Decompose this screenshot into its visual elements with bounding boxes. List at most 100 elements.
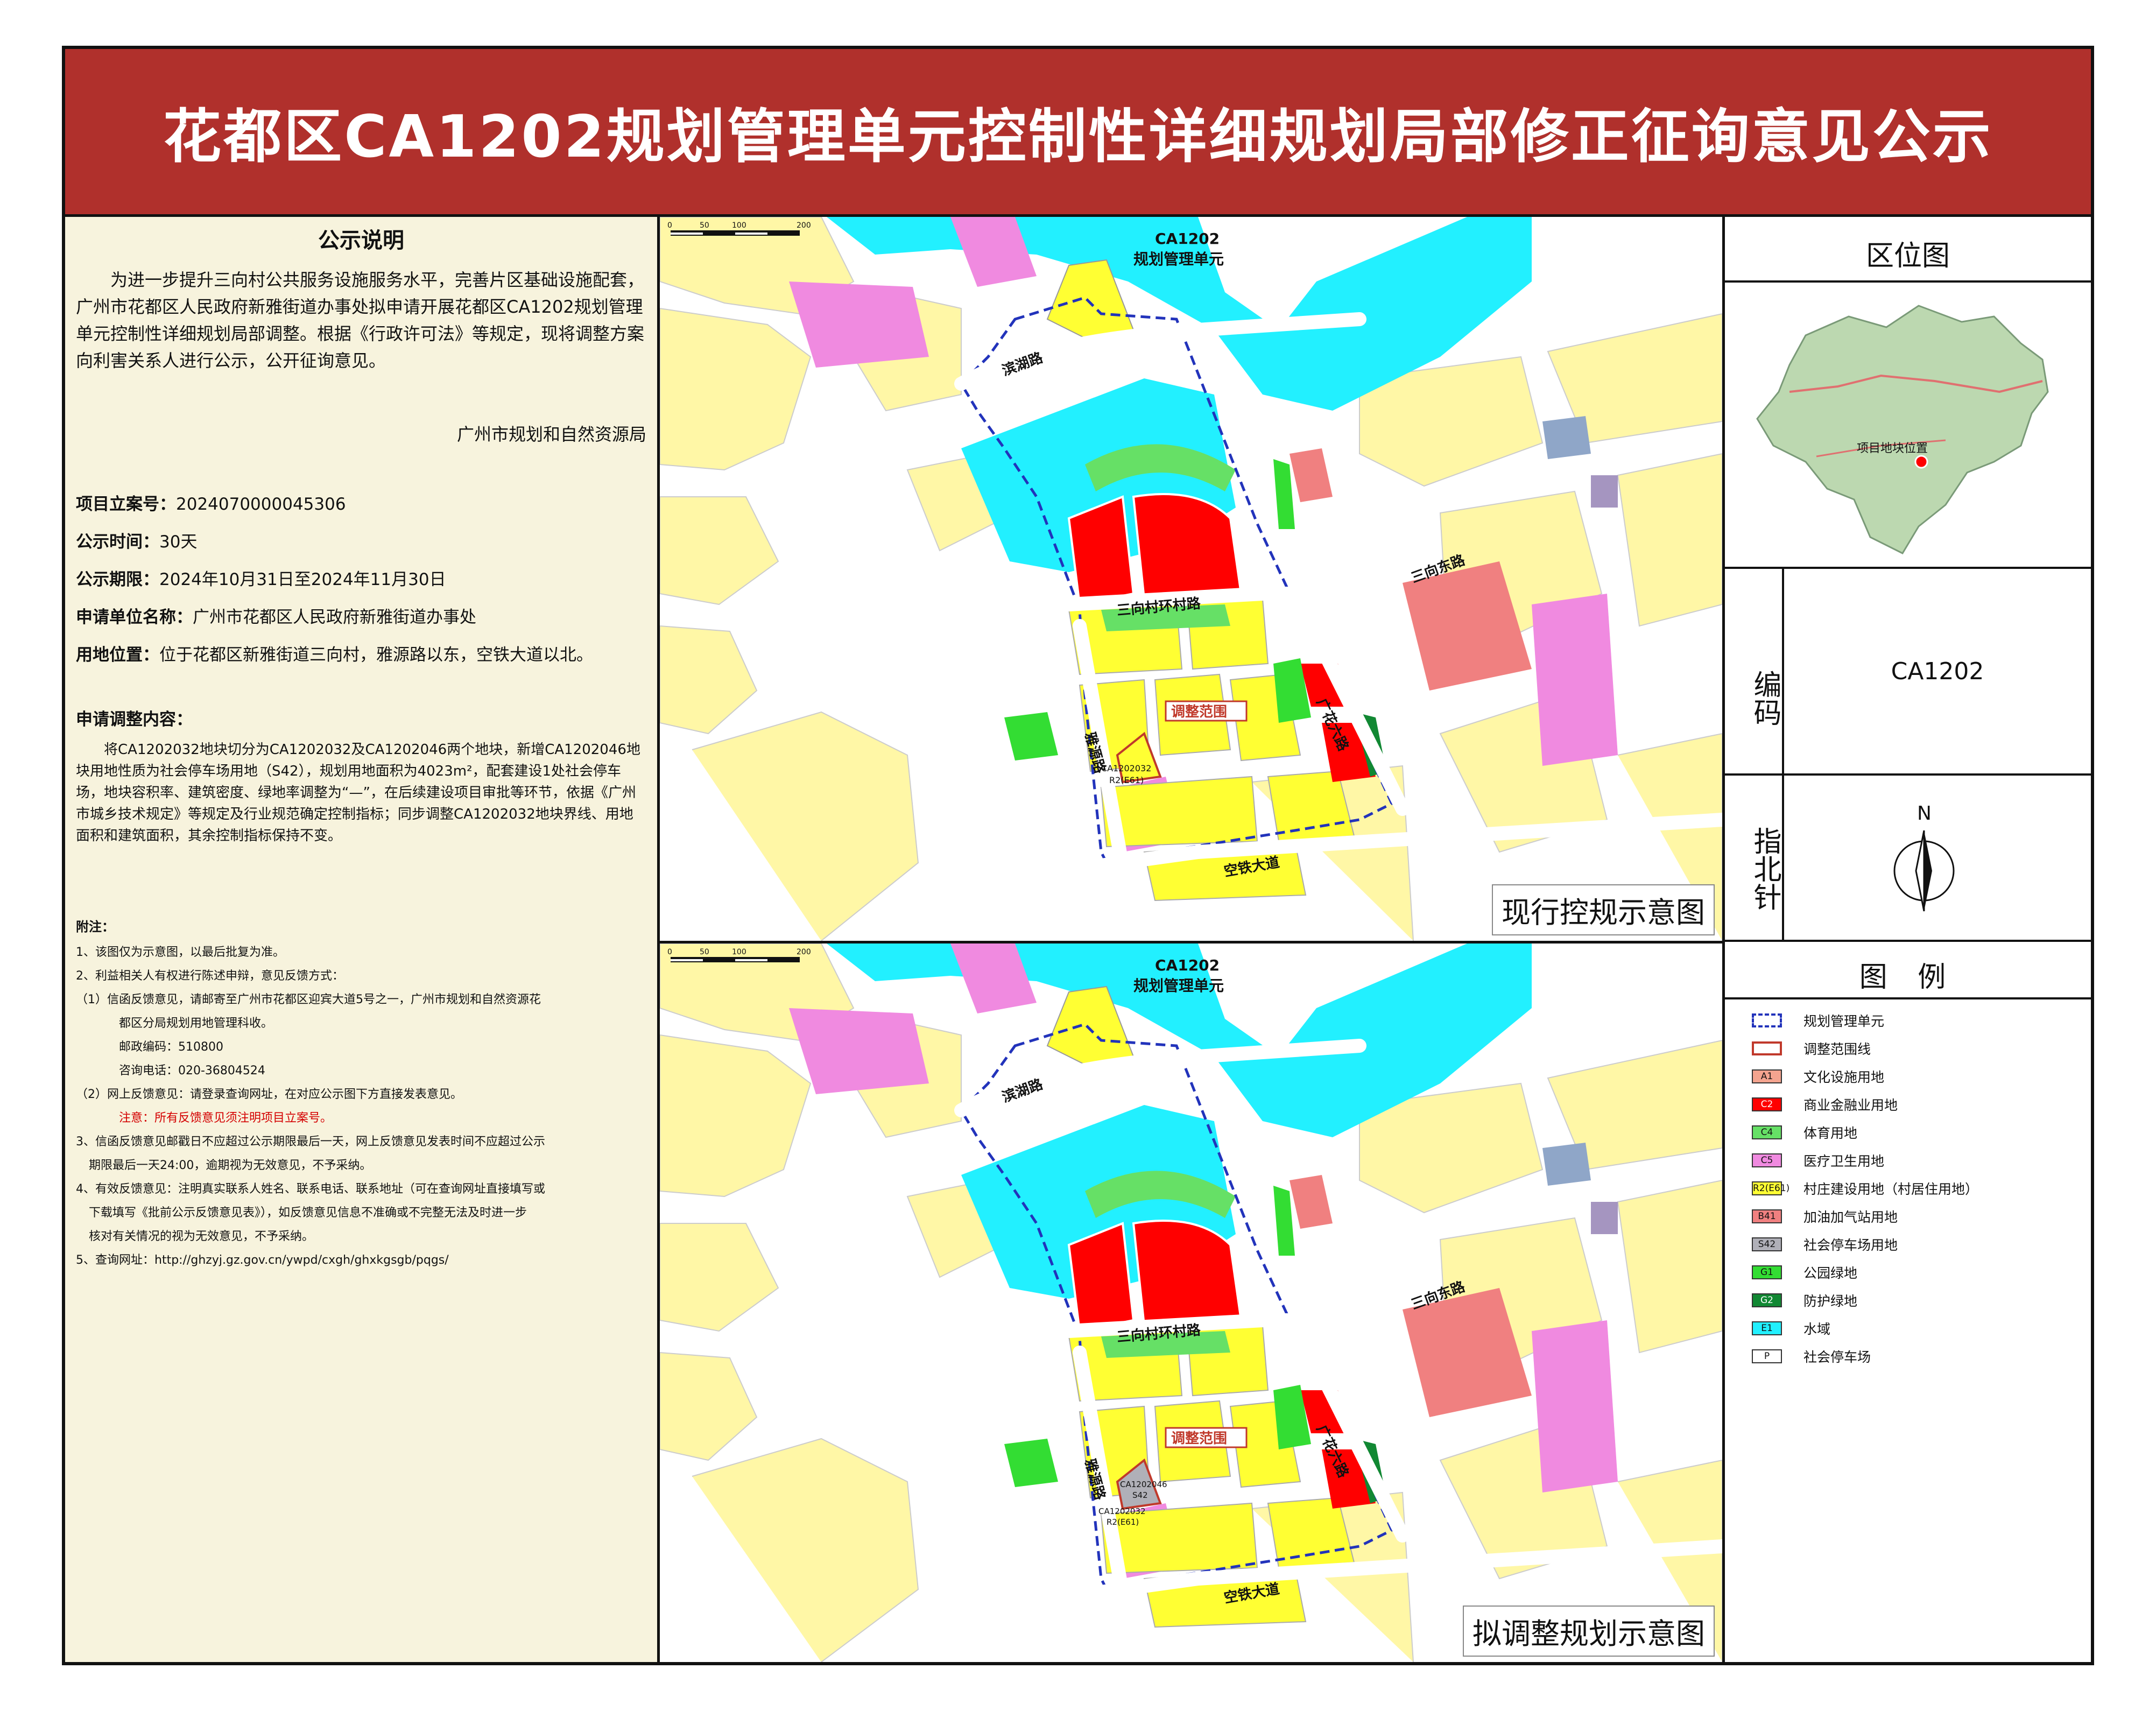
legend-label: 规划管理单元 [1803,1013,1885,1029]
current-plan-map-svg: 0 50 100 200CA1202规划管理单元滨湖路三向村环村路三向东路广花六路雅源… [660,217,1722,941]
parcel-code-label: CA1202046 [1120,1480,1167,1489]
period-label: 公示时间： [76,532,159,552]
adjust-label: 调整范围 [1171,703,1227,720]
parcel-code-label: CA1202032 [1101,763,1151,773]
medical-parcel [1532,594,1618,766]
legend-item: C2 商业金融业用地 [1752,1095,1898,1114]
legend-item: 调整范围线 [1752,1039,1871,1058]
note-item: 注意：所有反馈意见须注明项目立案号。 [119,1111,333,1125]
note-item: 期限最后一天24:00，逾期视为无效意见，不予采纳。 [89,1159,372,1172]
parcel-code-label: CA1202032 [1098,1506,1146,1516]
legend-item: 规划管理单元 [1752,1011,1884,1030]
legend-label: 公园绿地 [1803,1265,1858,1281]
scale-tick: 200 [797,948,811,956]
legend-item: P 社会停车场 [1752,1347,1871,1366]
period-value: 30天 [159,532,198,552]
scale-bar-segment [671,959,703,961]
divider [1725,997,2091,999]
scale-tick: 50 [700,948,709,956]
north-letter: N [1917,802,1932,825]
parking-icon: P [1752,1349,1782,1363]
term-value: 2024年10月31日至2024年11月30日 [159,570,446,589]
legend-item: B41 加油加气站用地 [1752,1207,1898,1226]
parcel-type-label: R2(E61) [1107,1517,1139,1527]
note-item: 2、利益相关人有权进行陈述申辩，意见反馈方式： [76,969,344,983]
legend-item: S42 社会停车场用地 [1752,1235,1898,1254]
unit-label: 规划管理单元 [1133,250,1224,268]
legend-label: 防护绿地 [1803,1293,1858,1309]
scale-bar-segment [735,233,767,235]
project-no-value: 2024070000045306 [176,495,346,514]
scale-bar-segment [735,959,767,961]
scale-tick: 0 [667,948,672,956]
legend-label: 社会停车场 [1803,1349,1871,1365]
title-bar: 花都区CA1202规划管理单元控制性详细规划局部修正征询意见公示 [65,49,2091,217]
legend-label: 社会停车场用地 [1803,1237,1898,1253]
building-block [1542,416,1591,459]
legend-swatch: B41 [1752,1209,1782,1223]
scale-tick: 200 [797,221,811,230]
adjust-outline-icon [1752,1041,1782,1055]
note-item: 1、该图仅为示意图，以最后批复为准。 [76,946,285,959]
note-item: 5、查询网址：http://ghzyj.gz.gov.cn/ywpd/cxgh/… [76,1254,449,1267]
parcel-type-label: R2(E61) [1109,775,1144,785]
legend-item: R2(E61) 村庄建设用地（村居住用地） [1752,1179,1978,1198]
unit-label: 规划管理单元 [1133,977,1224,995]
period-row: 公示时间：30天 [76,529,646,555]
legend-item: G1 公园绿地 [1752,1263,1857,1282]
legend-swatch: S42 [1752,1237,1782,1251]
legend-swatch: G1 [1752,1265,1782,1279]
legend-item: A1 文化设施用地 [1752,1067,1884,1086]
project-location-icon [1914,455,1928,469]
notice-panel: 公示说明 为进一步提升三向村公共服务设施服务水平，完善片区基础设施配套，广州市花… [65,217,660,1662]
legend-item: C4 体育用地 [1752,1123,1857,1142]
note-item: 3、信函反馈意见邮戳日不应超过公示期限最后一天，网上反馈意见发表时间不应超过公示 [76,1135,546,1149]
content-label: 申请调整内容： [76,710,193,729]
page-title: 花都区CA1202规划管理单元控制性详细规划局部修正征询意见公示 [163,103,1993,171]
building-block [1542,1143,1591,1186]
legend-label: 文化设施用地 [1803,1069,1885,1085]
note-item: 4、有效反馈意见：注明真实联系人姓名、联系电话、联系地址（可在查询网址直接填写或 [76,1182,546,1196]
current-plan-map[interactable]: 0 50 100 200 CA1202 规划管理单元 滨湖路 三向村环村路 三向东路 广花六路 雅源… [660,217,1722,941]
medical-parcel [1532,1320,1618,1492]
code-value: CA1202 [1891,657,1984,685]
note-item: （1）信函反馈意见，请邮寄至广州市花都区迎宾大道5号之一，广州市规划和自然资源花 [76,993,541,1006]
legend-label: 体育用地 [1803,1125,1858,1141]
applicant-label: 申请单位名称： [76,608,193,627]
legend-item: C5 医疗卫生用地 [1752,1151,1884,1170]
notice-heading: 公示说明 [318,228,404,253]
project-no-label: 项目立案号： [76,495,176,514]
unit-label: CA1202 [1155,956,1220,974]
unit-label: CA1202 [1155,230,1220,248]
note-item: （2）网上反馈意见：请登录查询网址，在对应公示图下方直接发表意见。 [76,1088,462,1101]
term-row: 公示期限：2024年10月31日至2024年11月30日 [76,567,646,593]
location-label: 用地位置： [76,645,159,665]
note-item: 核对有关情况的视为无效意见，不予采纳。 [89,1230,314,1243]
location-map: 项目地块位置 [1741,284,2075,564]
building-block [1591,1202,1618,1234]
location-map-heading: 区位图 [1865,240,1950,272]
legend-swatch: G2 [1752,1293,1782,1307]
legend-swatch: C4 [1752,1125,1782,1139]
note-item: 都区分局规划用地管理科收。 [119,1017,273,1030]
legend-label: 医疗卫生用地 [1803,1153,1885,1169]
scale-tick: 100 [732,948,746,956]
parcel-type-label: S42 [1132,1490,1148,1500]
divider [1725,280,2091,283]
proposed-plan-map[interactable]: 0 50 100 200 CA1202 规划管理单元 滨湖路 三向村环村路 三向东路 广花六路 雅源… [660,943,1722,1662]
code-label: 编码 [1725,569,1784,773]
scale-tick: 100 [732,221,746,230]
proposed-plan-map-svg: 0 50 100 200CA1202规划管理单元滨湖路三向村环村路三向东路广花六路雅源… [660,943,1722,1662]
adjust-label: 调整范围 [1171,1430,1227,1447]
content-text: 将CA1202032地块切分为CA1202032及CA1202046两个地块，新… [76,742,640,844]
current-plan-caption: 现行控规示意图 [1492,884,1715,935]
applicant-row: 申请单位名称：广州市花都区人民政府新雅街道办事处 [76,604,646,630]
divider [1725,940,2091,942]
scale-tick: 50 [700,221,709,230]
legend-label: 村庄建设用地（村居住用地） [1803,1181,1979,1197]
village-parcel [1100,776,1258,848]
building-block [1591,475,1618,508]
legend-label: 加油加气站用地 [1803,1209,1898,1225]
legend-swatch: R2(E61) [1752,1181,1789,1195]
north-arrow-icon: N [1893,802,1955,912]
